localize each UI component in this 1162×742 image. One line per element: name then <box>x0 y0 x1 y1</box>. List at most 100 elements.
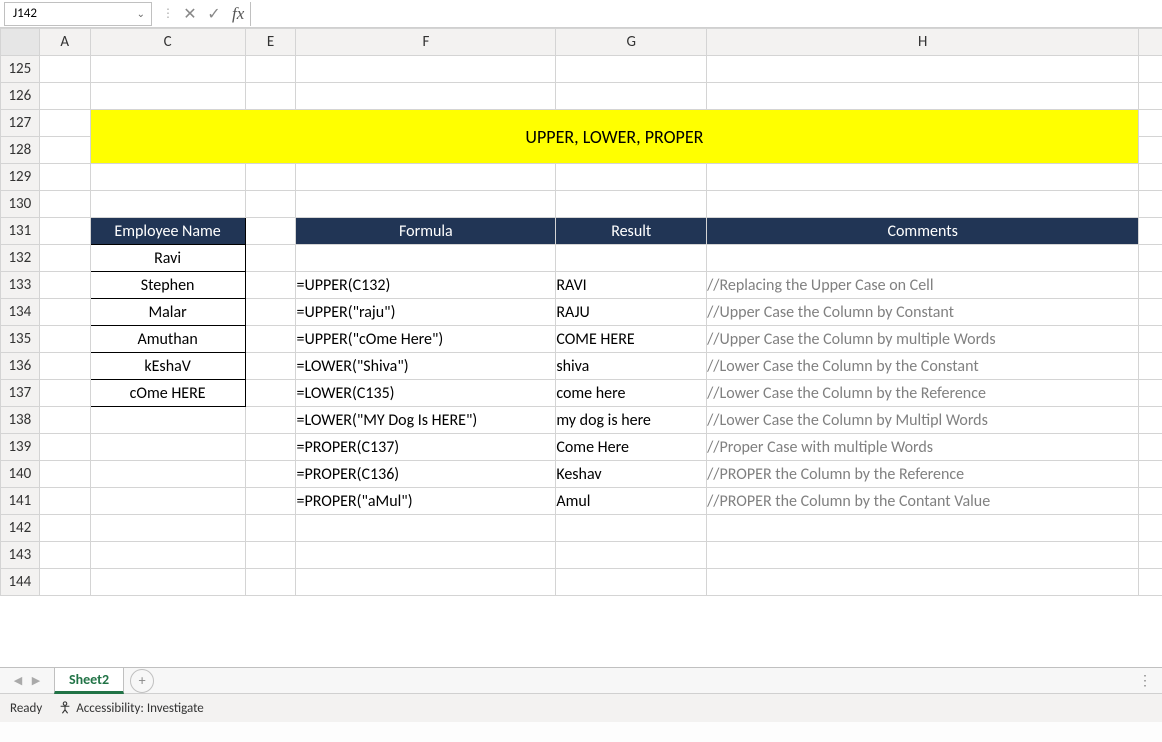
cell[interactable] <box>556 83 707 110</box>
cell[interactable] <box>39 245 90 272</box>
name-box[interactable]: J142 ⌄ <box>4 2 152 26</box>
cell[interactable] <box>39 83 90 110</box>
cell[interactable] <box>245 245 296 272</box>
result-cell[interactable]: Come Here <box>556 434 707 461</box>
cell[interactable] <box>1139 299 1162 326</box>
cell[interactable] <box>245 515 296 542</box>
result-cell[interactable]: Keshav <box>556 461 707 488</box>
sheet-tab-active[interactable]: Sheet2 <box>54 668 124 694</box>
cell[interactable] <box>707 56 1139 83</box>
cell[interactable] <box>707 245 1139 272</box>
cell[interactable] <box>1139 110 1162 137</box>
comment-cell[interactable]: //Replacing the Upper Case on Cell <box>707 272 1139 299</box>
cell[interactable] <box>90 461 245 488</box>
cell[interactable] <box>245 272 296 299</box>
formula-cell[interactable]: =UPPER(C132) <box>296 272 556 299</box>
row-header[interactable]: 138 <box>1 407 40 434</box>
cell[interactable] <box>39 542 90 569</box>
row-header[interactable]: 142 <box>1 515 40 542</box>
formula-cell[interactable]: =PROPER(C137) <box>296 434 556 461</box>
cell[interactable] <box>245 56 296 83</box>
cell[interactable] <box>1139 218 1162 245</box>
spreadsheet-grid[interactable]: A C E F G H 125 126 127UPPER, LOWER, PRO… <box>0 28 1162 668</box>
cell[interactable] <box>90 515 245 542</box>
cell[interactable] <box>296 515 556 542</box>
cell[interactable] <box>1139 407 1162 434</box>
result-cell[interactable]: RAVI <box>556 272 707 299</box>
row-header[interactable]: 144 <box>1 569 40 596</box>
cell[interactable] <box>245 191 296 218</box>
cell[interactable] <box>296 56 556 83</box>
cell[interactable] <box>1139 326 1162 353</box>
new-sheet-button[interactable]: + <box>130 669 154 693</box>
cell[interactable] <box>1139 353 1162 380</box>
cell[interactable] <box>707 569 1139 596</box>
row-header[interactable]: 135 <box>1 326 40 353</box>
row-header[interactable]: 129 <box>1 164 40 191</box>
cell[interactable] <box>707 83 1139 110</box>
row-header[interactable]: 126 <box>1 83 40 110</box>
row-header[interactable]: 137 <box>1 380 40 407</box>
employee-cell[interactable]: Ravi <box>90 245 245 272</box>
accessibility-status[interactable]: Accessibility: Investigate <box>58 701 204 716</box>
employee-cell[interactable]: kEshaV <box>90 353 245 380</box>
col-header-H[interactable]: H <box>707 29 1139 56</box>
cell[interactable] <box>245 83 296 110</box>
cell[interactable] <box>39 56 90 83</box>
formula-cell[interactable]: =LOWER("MY Dog Is HERE") <box>296 407 556 434</box>
row-header[interactable]: 132 <box>1 245 40 272</box>
result-cell[interactable]: Amul <box>556 488 707 515</box>
result-cell[interactable]: RAJU <box>556 299 707 326</box>
next-sheet-icon[interactable]: ▶ <box>28 673 44 689</box>
cell[interactable] <box>245 461 296 488</box>
comment-cell[interactable]: //Upper Case the Column by multiple Word… <box>707 326 1139 353</box>
cell[interactable] <box>1139 515 1162 542</box>
sheet-options-icon[interactable]: ⋮ <box>1138 672 1152 689</box>
employee-cell[interactable]: Malar <box>90 299 245 326</box>
row-header[interactable]: 127 <box>1 110 40 137</box>
formula-cell[interactable]: =LOWER("Shiva") <box>296 353 556 380</box>
cell[interactable] <box>296 191 556 218</box>
cell[interactable] <box>296 542 556 569</box>
row-header[interactable]: 125 <box>1 56 40 83</box>
row-header[interactable]: 140 <box>1 461 40 488</box>
employee-header[interactable]: Employee Name <box>90 218 245 245</box>
formula-cell[interactable]: =PROPER("aMul") <box>296 488 556 515</box>
cell[interactable] <box>245 542 296 569</box>
comment-cell[interactable]: //Proper Case with multiple Words <box>707 434 1139 461</box>
cell[interactable] <box>90 56 245 83</box>
title-banner[interactable]: UPPER, LOWER, PROPER <box>90 110 1139 164</box>
cell[interactable] <box>556 515 707 542</box>
cell[interactable] <box>39 569 90 596</box>
cell[interactable] <box>39 353 90 380</box>
cell[interactable] <box>39 326 90 353</box>
col-header-E[interactable]: E <box>245 29 296 56</box>
cell[interactable] <box>1139 56 1162 83</box>
cell[interactable] <box>296 164 556 191</box>
comment-cell[interactable]: //PROPER the Column by the Contant Value <box>707 488 1139 515</box>
cell[interactable] <box>39 218 90 245</box>
row-header[interactable]: 136 <box>1 353 40 380</box>
formula-cell[interactable]: =PROPER(C136) <box>296 461 556 488</box>
cell[interactable] <box>39 461 90 488</box>
fx-icon[interactable]: fx <box>232 4 244 24</box>
cell[interactable] <box>39 137 90 164</box>
cell[interactable] <box>90 488 245 515</box>
cell[interactable] <box>245 569 296 596</box>
cell[interactable] <box>707 164 1139 191</box>
cell[interactable] <box>296 83 556 110</box>
cell[interactable] <box>39 299 90 326</box>
result-cell[interactable]: come here <box>556 380 707 407</box>
row-header[interactable]: 133 <box>1 272 40 299</box>
employee-cell[interactable]: Stephen <box>90 272 245 299</box>
row-header[interactable]: 131 <box>1 218 40 245</box>
cell[interactable] <box>296 569 556 596</box>
enter-icon[interactable]: ✓ <box>202 2 226 26</box>
cell[interactable] <box>90 164 245 191</box>
cell[interactable] <box>39 380 90 407</box>
cell[interactable] <box>39 488 90 515</box>
cell[interactable] <box>39 110 90 137</box>
cell[interactable] <box>1139 569 1162 596</box>
col-header-G[interactable]: G <box>556 29 707 56</box>
formula-input[interactable] <box>250 2 1162 26</box>
